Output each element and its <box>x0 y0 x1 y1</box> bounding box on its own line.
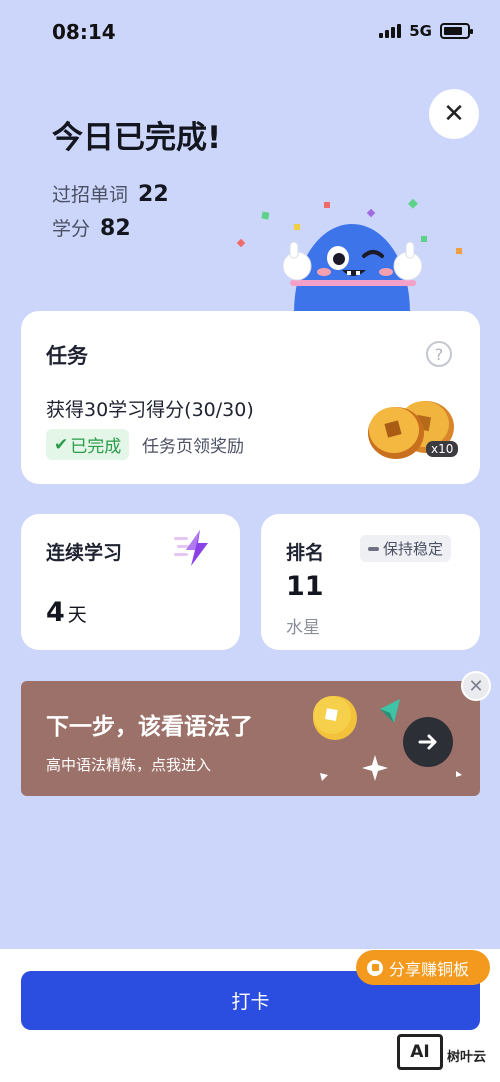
next-step-card[interactable]: 下一步，该看语法了 高中语法精炼，点我进入 <box>21 681 480 796</box>
task-card[interactable]: 任务 ? 获得30学习得分(30/30) ✔ 已完成 任务页领奖励 x10 <box>21 311 480 484</box>
task-title: 任务 <box>46 344 88 368</box>
stat-credits-label: 学分 <box>52 218 91 240</box>
rank-trend-badge: 保持稳定 <box>360 535 452 562</box>
question-circle-icon[interactable]: ? <box>426 341 452 367</box>
close-icon: ✕ <box>468 675 484 697</box>
stat-words-label: 过招单词 <box>52 184 129 206</box>
streak-card[interactable]: 连续学习 4 天 <box>21 514 240 650</box>
minus-icon <box>368 546 379 551</box>
status-time: 08:14 <box>52 20 116 44</box>
dismiss-button[interactable]: ✕ <box>461 671 491 701</box>
task-hint: 任务页领奖励 <box>142 437 244 457</box>
rank-league: 水星 <box>286 618 320 638</box>
coin-icon <box>367 959 383 976</box>
close-icon: ✕ <box>443 99 465 129</box>
status-indicators: 5G <box>379 22 473 40</box>
close-button[interactable]: ✕ <box>429 89 479 139</box>
lightning-icon <box>174 530 208 566</box>
rank-trend-label: 保持稳定 <box>383 540 444 558</box>
next-step-title: 下一步，该看语法了 <box>46 714 253 740</box>
arrow-right-icon <box>418 734 437 750</box>
watermark-logo: AI <box>397 1034 443 1070</box>
stat-credits: 学分 82 <box>52 214 131 241</box>
signal-icon <box>379 24 402 38</box>
status-bar: 08:14 5G <box>0 0 500 66</box>
reward-multiplier: x10 <box>426 441 459 457</box>
next-step-subtitle: 高中语法精炼，点我进入 <box>46 756 212 774</box>
task-description: 获得30学习得分(30/30) <box>46 399 254 421</box>
stat-credits-value: 82 <box>100 216 131 241</box>
share-button[interactable]: 分享赚铜板 <box>356 950 490 985</box>
mascot-illustration <box>236 198 462 314</box>
battery-icon <box>440 23 473 39</box>
page-title: 今日已完成! <box>52 120 222 156</box>
streak-value: 4 天 <box>46 597 87 628</box>
stat-words: 过招单词 22 <box>52 180 169 207</box>
rank-card[interactable]: 排名 保持稳定 11 水星 <box>261 514 480 650</box>
rank-value: 11 <box>286 571 324 602</box>
go-button[interactable] <box>403 717 453 767</box>
stat-words-value: 22 <box>138 182 169 207</box>
rank-title: 排名 <box>286 542 325 564</box>
status-badge-label: 已完成 <box>70 437 122 457</box>
streak-title: 连续学习 <box>46 542 123 564</box>
streak-unit: 天 <box>67 604 87 626</box>
status-badge: ✔ 已完成 <box>46 429 130 460</box>
share-label: 分享赚铜板 <box>389 959 470 979</box>
network-label: 5G <box>409 22 432 40</box>
check-icon: ✔ <box>54 434 69 455</box>
watermark-name: 树叶云 <box>447 1050 487 1065</box>
streak-days: 4 <box>46 597 65 628</box>
